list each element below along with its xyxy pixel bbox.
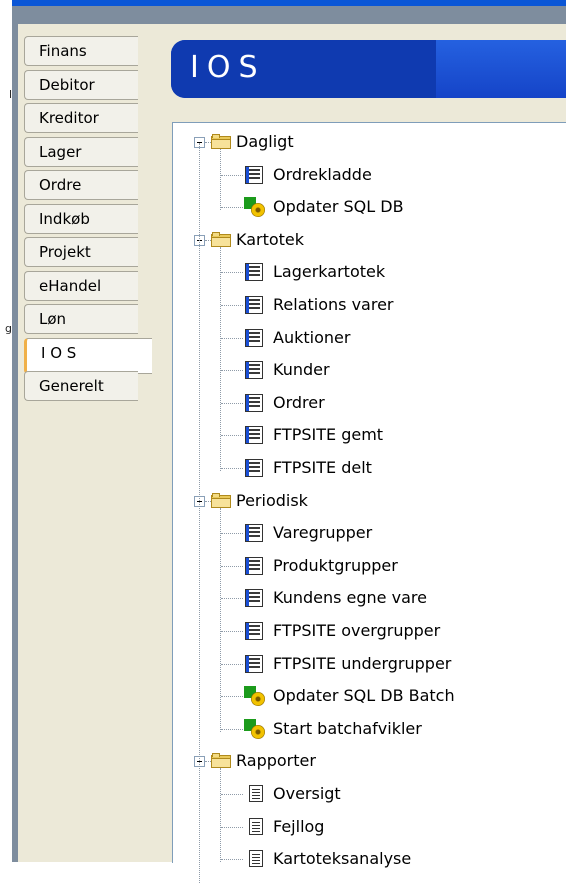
report-icon [249,817,263,835]
tree-item[interactable]: FTPSITE undergrupper [273,654,451,673]
tree-connector [221,435,243,437]
tab-lon[interactable]: Løn [24,304,138,334]
tree-connector [221,337,243,339]
report-icon [249,785,263,802]
tree-item[interactable]: Fejllog [273,817,324,836]
tab-debitor[interactable]: Debitor [24,69,138,100]
folder-icon [211,134,231,149]
tree-connector [221,174,243,176]
tree-item[interactable]: FTPSITE gemt [273,425,383,444]
tree-item[interactable]: Opdater SQL DB Batch [273,686,455,705]
tree-item[interactable]: Kunder [273,360,330,379]
folder-icon [211,492,231,508]
form-icon [245,426,263,445]
tree-item[interactable]: Auktioner [273,328,350,347]
tree-connector [221,370,243,372]
tree-connector [221,663,243,665]
tree-connector [221,598,243,600]
folder-icon [211,753,231,769]
form-icon [245,296,263,314]
tree-connector [221,305,243,306]
tree-connector [220,507,221,732]
tree-connector [221,565,243,567]
tree-connector [221,468,243,469]
tree-item[interactable]: Start batchafvikler [273,719,422,738]
menu-tree[interactable]: Dagligt Ordrekladde Opdater SQL DB Kartotek… [172,122,566,883]
batch-gear-icon [244,686,266,707]
tab-generelt[interactable]: Generelt [24,371,138,401]
left-fragment-text: g [5,322,12,335]
tree-connector [220,149,221,211]
tree-item[interactable]: Relations varer [273,295,393,314]
form-icon [245,361,263,380]
form-icon [245,393,263,412]
form-icon [245,263,263,282]
tree-item[interactable]: Produktgrupper [273,556,398,575]
tree-connector [221,696,243,698]
tree-folder-dagligt[interactable]: Dagligt [236,132,294,151]
module-banner-title: IOS [190,50,266,85]
tree-folder-rapporter[interactable]: Rapporter [236,751,316,770]
tree-item[interactable]: FTPSITE delt [273,458,372,477]
tree-connector [220,246,221,471]
left-window-strip: l g [0,0,12,862]
form-icon [245,589,263,608]
tree-connector [221,794,243,795]
tree-item[interactable]: Lagerkartotek [273,262,385,281]
batch-gear-icon [244,718,266,739]
batch-gear-icon [244,197,266,218]
tree-connector [221,533,243,535]
tab-lager[interactable]: Lager [24,136,138,167]
tree-connector [221,207,243,209]
tree-connector [221,402,243,404]
tree-connector [220,768,221,863]
tree-folder-periodisk[interactable]: Periodisk [236,491,308,510]
left-fragment-text: l [8,88,12,101]
tree-item[interactable]: Ordrekladde [273,165,372,184]
form-icon [245,654,263,673]
tab-ordre[interactable]: Ordre [24,170,138,200]
form-icon [245,524,263,543]
tree-connector [199,143,200,883]
tab-indkob[interactable]: Indkøb [24,203,138,234]
tree-connector [221,631,243,632]
tree-connector [221,272,243,274]
form-icon [245,328,263,347]
form-icon [245,459,263,477]
tree-item[interactable]: Oversigt [273,784,341,803]
tree-item[interactable]: Ordrer [273,393,325,412]
tab-finans[interactable]: Finans [24,36,138,66]
tree-item[interactable]: Varegrupper [273,523,372,542]
report-icon [249,850,263,868]
form-icon [245,165,263,184]
tab-ios[interactable]: I O S [24,337,152,374]
form-icon [245,622,263,640]
tree-connector [221,826,243,828]
tab-projekt[interactable]: Projekt [24,237,138,267]
tree-item[interactable]: FTPSITE overgrupper [273,621,440,640]
window-titlebar [12,0,566,6]
tree-connector [221,728,243,730]
tab-kreditor[interactable]: Kreditor [24,103,138,133]
folder-icon [211,231,231,247]
form-icon [245,556,263,575]
tree-connector [221,859,243,861]
tree-item[interactable]: Opdater SQL DB [273,197,404,216]
tree-item[interactable]: Kundens egne vare [273,588,427,607]
tree-item[interactable]: Kartoteksanalyse [273,849,411,868]
tree-folder-kartotek[interactable]: Kartotek [236,230,304,249]
tab-ehandel[interactable]: eHandel [24,270,138,301]
